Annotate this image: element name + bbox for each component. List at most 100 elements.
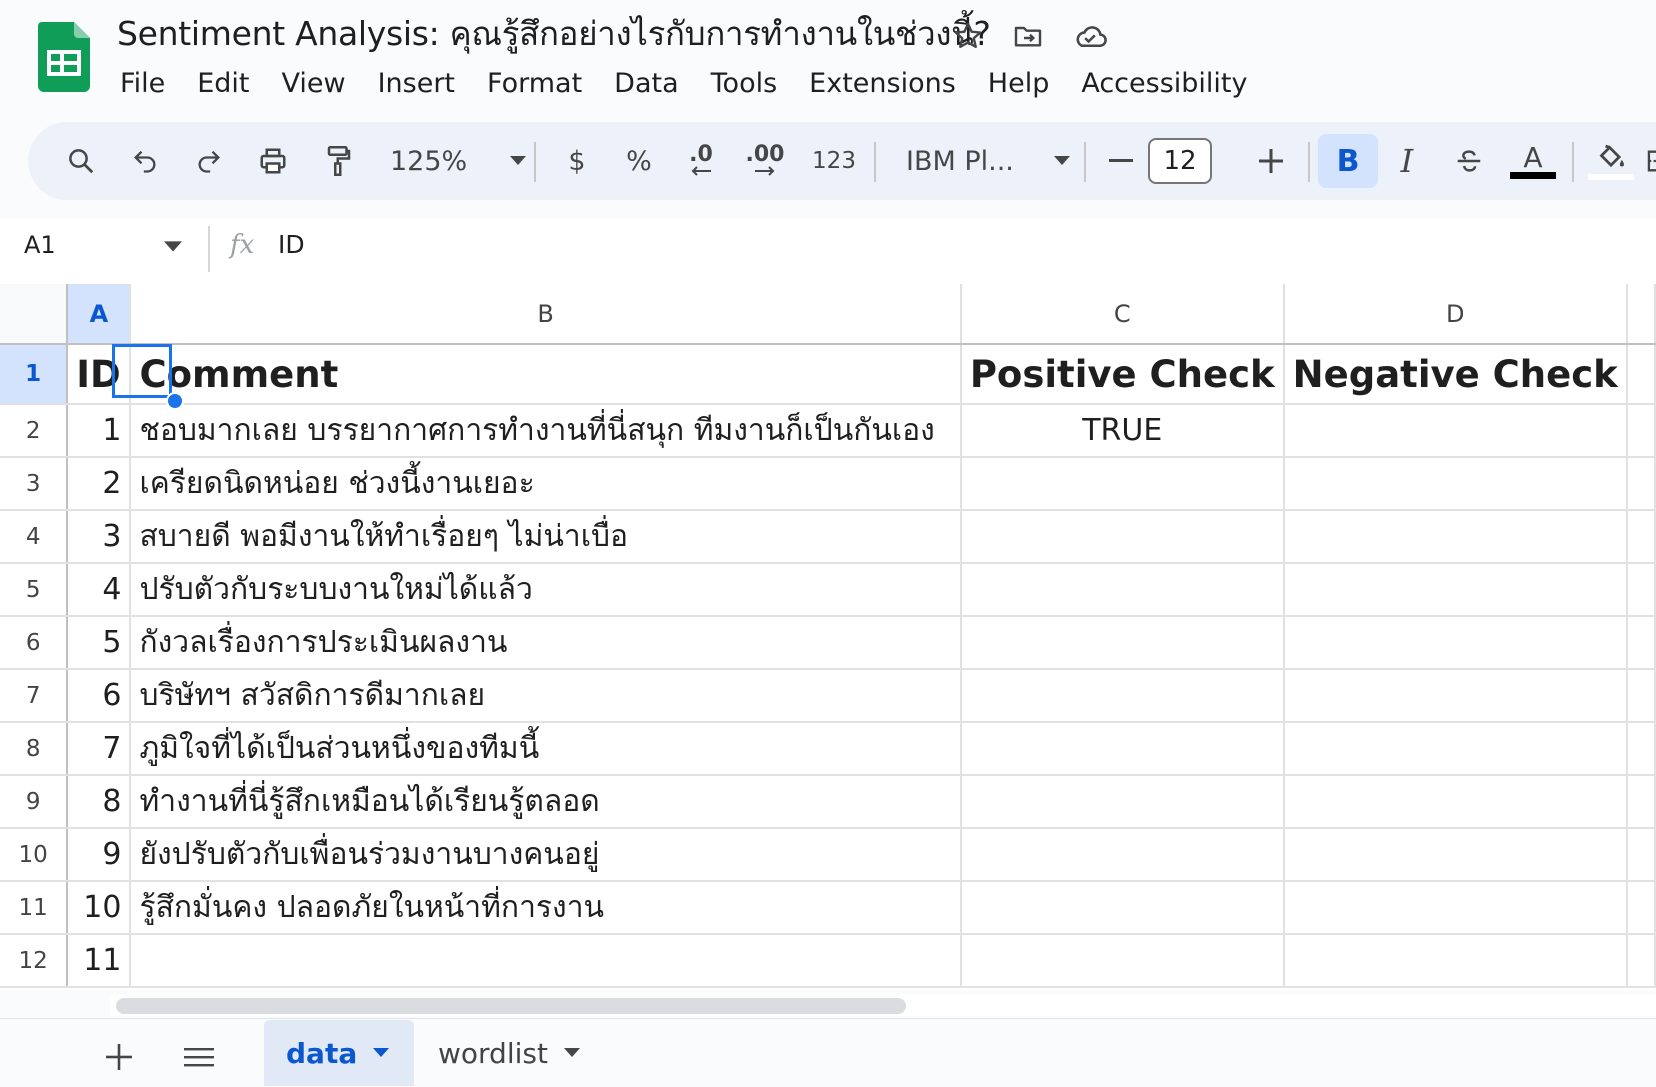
cell-d1[interactable]: Negative Check bbox=[1283, 344, 1628, 405]
cell-e[interactable] bbox=[1626, 669, 1656, 723]
cell-c[interactable] bbox=[960, 775, 1285, 829]
number-format-button[interactable]: 123 bbox=[806, 134, 862, 188]
cell-d[interactable] bbox=[1283, 510, 1628, 564]
redo-icon[interactable] bbox=[186, 134, 232, 188]
cell-d[interactable] bbox=[1283, 616, 1628, 670]
paint-format-icon[interactable] bbox=[316, 134, 362, 188]
spreadsheet-grid[interactable]: A B C D 1 ID Comment Positive Check Nega… bbox=[0, 284, 1656, 990]
menu-tools[interactable]: Tools bbox=[695, 64, 794, 104]
cell-a[interactable]: 7 bbox=[67, 722, 132, 776]
cell-a[interactable]: 4 bbox=[67, 563, 132, 617]
menu-accessibility[interactable]: Accessibility bbox=[1065, 64, 1263, 104]
row-header[interactable]: 11 bbox=[0, 881, 69, 935]
decrease-font-size-icon[interactable] bbox=[1098, 134, 1144, 188]
currency-button[interactable]: $ bbox=[554, 134, 600, 188]
cell-c[interactable] bbox=[960, 722, 1285, 776]
print-icon[interactable] bbox=[250, 134, 296, 188]
cell-d[interactable] bbox=[1283, 404, 1628, 458]
cell-b[interactable]: สบายดี พอมีงานให้ทำเรื่อยๆ ไม่น่าเบื่อ bbox=[130, 510, 962, 564]
fill-handle[interactable] bbox=[166, 392, 184, 410]
cell-e[interactable] bbox=[1626, 722, 1656, 776]
row-header[interactable]: 12 bbox=[0, 934, 69, 988]
column-header-d[interactable]: D bbox=[1283, 284, 1628, 345]
cell-d[interactable] bbox=[1283, 669, 1628, 723]
percent-button[interactable]: % bbox=[616, 134, 662, 188]
cell-b[interactable]: ปรับตัวกับระบบงานใหม่ได้แล้ว bbox=[130, 563, 962, 617]
cell-c[interactable] bbox=[960, 510, 1285, 564]
cell-b[interactable]: บริษัทฯ สวัสดิการดีมากเลย bbox=[130, 669, 962, 723]
bold-button[interactable]: B bbox=[1318, 134, 1378, 188]
cell-d[interactable] bbox=[1283, 934, 1628, 988]
cell-c[interactable]: TRUE bbox=[960, 404, 1285, 458]
cell-c[interactable] bbox=[960, 934, 1285, 988]
row-header[interactable]: 3 bbox=[0, 457, 69, 511]
strikethrough-icon[interactable] bbox=[1446, 134, 1492, 188]
formula-input[interactable]: ID bbox=[278, 224, 305, 266]
cell-b[interactable] bbox=[130, 934, 962, 988]
cell-d[interactable] bbox=[1283, 775, 1628, 829]
cell-a[interactable]: 2 bbox=[67, 457, 132, 511]
star-icon[interactable] bbox=[948, 16, 988, 56]
cell-d[interactable] bbox=[1283, 722, 1628, 776]
name-box[interactable]: A1 bbox=[24, 224, 56, 266]
cell-d[interactable] bbox=[1283, 828, 1628, 882]
menu-help[interactable]: Help bbox=[972, 64, 1066, 104]
zoom-select[interactable]: 125% bbox=[378, 134, 498, 188]
cell-d[interactable] bbox=[1283, 457, 1628, 511]
cloud-saved-icon[interactable] bbox=[1070, 16, 1110, 56]
document-title[interactable]: Sentiment Analysis: คุณรู้สึกอย่างไรกับก… bbox=[117, 12, 991, 56]
sheet-tab-data[interactable]: data bbox=[264, 1020, 414, 1086]
column-header-b[interactable]: B bbox=[130, 284, 962, 345]
cell-a1[interactable]: ID bbox=[67, 344, 132, 405]
cell-c1[interactable]: Positive Check bbox=[960, 344, 1285, 405]
row-header[interactable]: 9 bbox=[0, 775, 69, 829]
cell-e[interactable] bbox=[1626, 934, 1656, 988]
cell-b[interactable]: รู้สึกมั่นคง ปลอดภัยในหน้าที่การงาน bbox=[130, 881, 962, 935]
cell-a[interactable]: 8 bbox=[67, 775, 132, 829]
cell-c[interactable] bbox=[960, 881, 1285, 935]
cell-e[interactable] bbox=[1626, 828, 1656, 882]
cell-a[interactable]: 11 bbox=[67, 934, 132, 988]
menu-extensions[interactable]: Extensions bbox=[793, 64, 972, 104]
cell-a[interactable]: 10 bbox=[67, 881, 132, 935]
cell-c[interactable] bbox=[960, 457, 1285, 511]
cell-e[interactable] bbox=[1626, 881, 1656, 935]
menu-file[interactable]: File bbox=[104, 64, 181, 104]
cell-c[interactable] bbox=[960, 616, 1285, 670]
cell-e[interactable] bbox=[1626, 510, 1656, 564]
sheets-logo-icon[interactable] bbox=[38, 22, 90, 92]
column-header-e[interactable] bbox=[1626, 284, 1656, 345]
cell-b[interactable]: ภูมิใจที่ได้เป็นส่วนหนึ่งของทีมนี้ bbox=[130, 722, 962, 776]
cell-e[interactable] bbox=[1626, 404, 1656, 458]
font-dropdown-icon[interactable] bbox=[1042, 134, 1082, 188]
tab-menu-icon[interactable] bbox=[563, 1048, 580, 1058]
increase-font-size-icon[interactable] bbox=[1248, 134, 1294, 188]
text-color-button[interactable]: A bbox=[1508, 134, 1558, 188]
row-header[interactable]: 7 bbox=[0, 669, 69, 723]
cell-b1[interactable]: Comment bbox=[130, 344, 962, 405]
all-sheets-icon[interactable] bbox=[172, 1028, 226, 1086]
menu-view[interactable]: View bbox=[265, 64, 361, 104]
cell-e[interactable] bbox=[1626, 563, 1656, 617]
zoom-dropdown-icon[interactable] bbox=[498, 134, 538, 188]
decrease-decimal-button[interactable]: .0 bbox=[678, 134, 724, 188]
italic-button[interactable]: I bbox=[1384, 134, 1430, 188]
row-header[interactable]: 5 bbox=[0, 563, 69, 617]
cell-b[interactable]: ชอบมากเลย บรรยากาศการทำงานที่นี่สนุก ทีม… bbox=[130, 404, 962, 458]
menu-edit[interactable]: Edit bbox=[181, 64, 265, 104]
font-size-input[interactable]: 12 bbox=[1148, 138, 1212, 184]
cell-a[interactable]: 1 bbox=[67, 404, 132, 458]
move-folder-icon[interactable] bbox=[1008, 16, 1048, 56]
cell-a[interactable]: 6 bbox=[67, 669, 132, 723]
column-header-c[interactable]: C bbox=[960, 284, 1285, 345]
cell-e1[interactable] bbox=[1626, 344, 1656, 405]
undo-icon[interactable] bbox=[122, 134, 168, 188]
column-header-a[interactable]: A bbox=[67, 284, 132, 345]
cell-c[interactable] bbox=[960, 828, 1285, 882]
cell-b[interactable]: ยังปรับตัวกับเพื่อนร่วมงานบางคนอยู่ bbox=[130, 828, 962, 882]
menu-insert[interactable]: Insert bbox=[362, 64, 471, 104]
cell-c[interactable] bbox=[960, 669, 1285, 723]
menu-format[interactable]: Format bbox=[471, 64, 598, 104]
cell-a[interactable]: 9 bbox=[67, 828, 132, 882]
cell-b[interactable]: ทำงานที่นี่รู้สึกเหมือนได้เรียนรู้ตลอด bbox=[130, 775, 962, 829]
